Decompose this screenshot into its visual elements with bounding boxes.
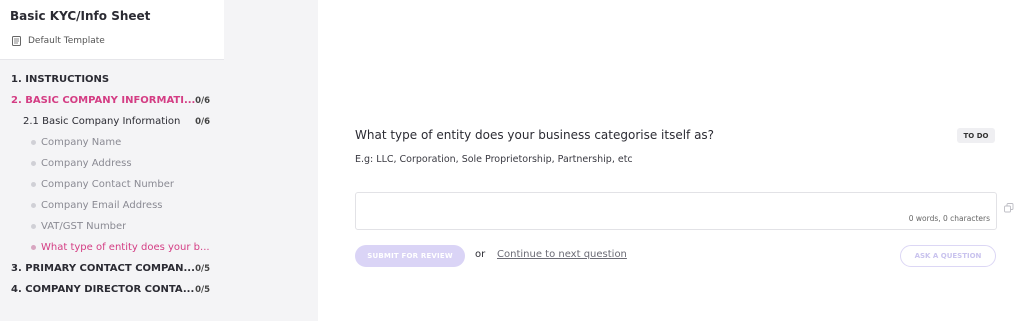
question-title: What type of entity does your business c… — [355, 128, 715, 142]
copy-icon[interactable] — [1004, 203, 1014, 213]
question-label: VAT/GST Number — [41, 221, 127, 232]
section-list: 1. INSTRUCTIONS 2. BASIC COMPANY INFORMA… — [0, 60, 224, 321]
status-dot — [31, 203, 36, 208]
status-badge: TO DO — [957, 128, 995, 143]
word-character-counter: 0 words, 0 characters — [908, 214, 990, 223]
answer-input[interactable]: 0 words, 0 characters — [355, 192, 997, 230]
question-hint: E.g: LLC, Corporation, Sole Proprietorsh… — [355, 154, 633, 165]
subsection-label: 2.1 Basic Company Information — [23, 116, 181, 127]
section-label: 4. COMPANY DIRECTOR CONTA... — [11, 284, 195, 295]
question-item-company-contact-number[interactable]: Company Contact Number — [0, 174, 224, 195]
section-label: 3. PRIMARY CONTACT COMPAN... — [11, 263, 195, 274]
checklist-title: Basic KYC/Info Sheet — [10, 9, 151, 23]
template-label: Default Template — [28, 36, 105, 46]
status-dot — [31, 161, 36, 166]
question-label: What type of entity does your b... — [41, 242, 210, 253]
sidebar-header: Basic KYC/Info Sheet Default Template — [0, 0, 224, 60]
question-item-entity-type[interactable]: What type of entity does your b... — [0, 237, 224, 258]
question-item-company-name[interactable]: Company Name — [0, 132, 224, 153]
section-progress-count: 0/5 — [195, 284, 210, 295]
continue-to-next-question-link[interactable]: Continue to next question — [497, 249, 627, 260]
question-label: Company Contact Number — [41, 179, 175, 190]
question-item-company-email-address[interactable]: Company Email Address — [0, 195, 224, 216]
subsection-progress-count: 0/6 — [195, 116, 210, 127]
question-label: Company Address — [41, 158, 132, 169]
question-label: Company Email Address — [41, 200, 163, 211]
question-label: Company Name — [41, 137, 122, 148]
section-basic-company-information[interactable]: 2. BASIC COMPANY INFORMATI... 0/6 — [0, 90, 224, 111]
question-item-vat-gst-number[interactable]: VAT/GST Number — [0, 216, 224, 237]
subsection-basic-company-information[interactable]: 2.1 Basic Company Information 0/6 — [0, 111, 224, 132]
section-company-director-contact[interactable]: 4. COMPANY DIRECTOR CONTA... 0/5 — [0, 279, 224, 300]
question-item-company-address[interactable]: Company Address — [0, 153, 224, 174]
section-label: 2. BASIC COMPANY INFORMATI... — [11, 95, 196, 106]
status-dot — [31, 245, 36, 250]
or-label: or — [475, 249, 486, 260]
section-progress-count: 0/5 — [195, 263, 210, 274]
section-primary-contact[interactable]: 3. PRIMARY CONTACT COMPAN... 0/5 — [0, 258, 224, 279]
content-gutter — [224, 0, 318, 321]
status-dot — [31, 182, 36, 187]
sidebar: Basic KYC/Info Sheet Default Template 1.… — [0, 0, 224, 321]
status-dot — [31, 224, 36, 229]
status-dot — [31, 140, 36, 145]
submit-for-review-button[interactable]: SUBMIT FOR REVIEW — [355, 245, 465, 267]
template-selector[interactable]: Default Template — [10, 36, 214, 46]
section-instructions[interactable]: 1. INSTRUCTIONS — [0, 69, 224, 90]
section-progress-count: 0/6 — [195, 95, 210, 106]
ask-a-question-button[interactable]: ASK A QUESTION — [900, 245, 996, 267]
document-icon — [12, 36, 21, 46]
question-panel: What type of entity does your business c… — [318, 0, 1024, 321]
section-label: 1. INSTRUCTIONS — [11, 74, 110, 85]
